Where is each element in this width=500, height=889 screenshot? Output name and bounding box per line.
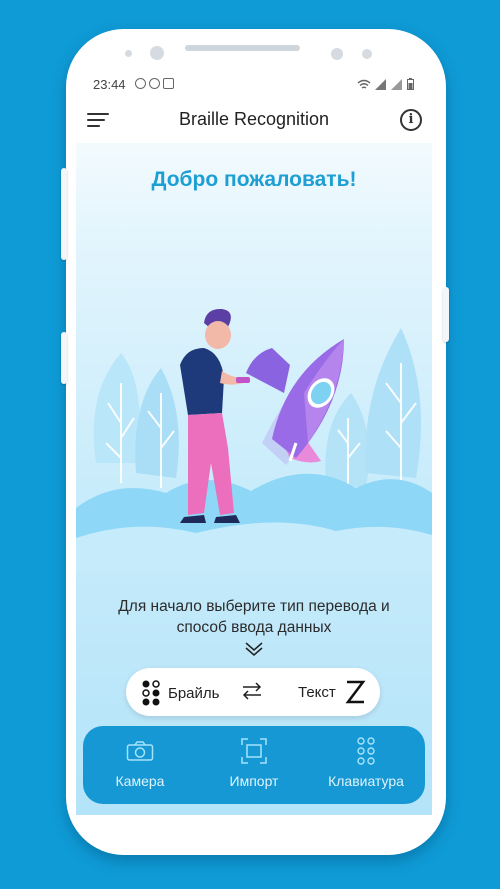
volume-button	[61, 168, 67, 260]
target-label: Текст	[298, 683, 336, 701]
system-icons	[357, 78, 414, 90]
braille-keyboard-icon	[357, 737, 375, 765]
instruction-line-1: Для начало выберите тип перевода и	[118, 598, 390, 615]
translation-type-selector: Брайль Текст	[126, 668, 380, 716]
app-bar: Braille Recognition i	[76, 97, 432, 143]
app-title: Braille Recognition	[178, 109, 330, 129]
source-label: Брайль	[168, 684, 220, 702]
source-braille[interactable]: Брайль	[142, 680, 219, 706]
status-time: 23:44	[93, 77, 126, 92]
instruction-line-2: способ ввода данных	[176, 619, 332, 636]
signal-2-icon	[391, 79, 402, 90]
braille-dots-icon	[142, 680, 160, 706]
front-camera	[150, 46, 164, 60]
swap-arrows-icon[interactable]	[241, 681, 263, 701]
import-frame-icon	[241, 738, 267, 764]
target-text[interactable]: Текст	[298, 679, 366, 705]
bottom-navigation: Камера Импорт Клавиатура	[83, 726, 425, 804]
earpiece-speaker	[185, 45, 300, 51]
wifi-icon	[357, 79, 371, 89]
nav-camera-label: Камера	[115, 773, 165, 789]
double-chevron-down-icon	[245, 642, 263, 656]
nav-import[interactable]: Импорт	[199, 736, 309, 789]
nav-camera[interactable]: Камера	[85, 736, 195, 789]
message-icon	[163, 78, 174, 89]
instruction-text: Для начало выберите тип перевода и спосо…	[76, 596, 432, 638]
proximity-sensor	[125, 50, 132, 57]
nav-import-label: Импорт	[229, 773, 279, 789]
download-icon	[135, 78, 146, 89]
signal-icon	[375, 79, 386, 90]
rocket-illustration	[76, 308, 432, 573]
welcome-heading: Добро пожаловать!	[151, 168, 357, 191]
info-icon[interactable]: i	[400, 109, 422, 131]
iris-sensor	[331, 48, 343, 60]
sync-icon	[149, 78, 160, 89]
status-bar: 23:44	[76, 73, 432, 97]
notification-icons	[135, 78, 174, 89]
bixby-button	[61, 332, 67, 384]
nav-keyboard-label: Клавиатура	[328, 773, 404, 789]
text-z-icon	[345, 680, 366, 704]
battery-icon	[407, 78, 414, 90]
app-screen: 23:44 Braille Recognition i Добро пожало…	[76, 73, 432, 815]
nav-keyboard[interactable]: Клавиатура	[311, 736, 421, 789]
power-button	[443, 287, 449, 342]
camera-icon	[126, 741, 154, 761]
iris-sensor-2	[362, 49, 372, 59]
